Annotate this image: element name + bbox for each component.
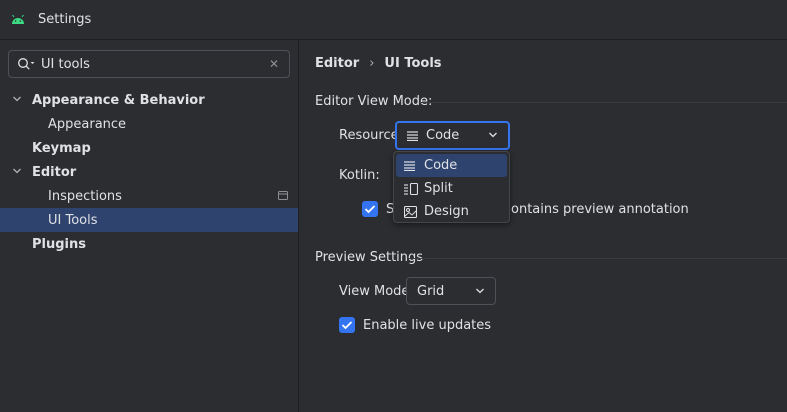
dropdown-option-label: Split xyxy=(424,181,453,196)
search-icon[interactable] xyxy=(17,57,35,71)
design-icon xyxy=(404,205,418,218)
resource-dropdown-popup: Code Split Design xyxy=(393,151,510,223)
breadcrumb: Editor › UI Tools xyxy=(315,56,442,71)
resource-select-value: Code xyxy=(426,128,460,143)
editor-view-mode-title: Editor View Mode: xyxy=(315,94,433,109)
resource-label: Resource: xyxy=(339,128,403,143)
lines-icon xyxy=(404,160,418,172)
view-mode-select[interactable]: Grid xyxy=(406,277,496,305)
lines-icon xyxy=(407,130,419,141)
tree-item-label: Plugins xyxy=(32,236,86,252)
dropdown-option-code[interactable]: Code xyxy=(396,154,507,177)
check-icon xyxy=(364,205,376,214)
tree-item-label: Appearance & Behavior xyxy=(32,92,205,108)
enable-live-updates-label[interactable]: Enable live updates xyxy=(363,318,491,333)
preview-annotation-checkbox[interactable] xyxy=(362,201,378,217)
dropdown-option-label: Code xyxy=(424,158,458,173)
clear-search-icon[interactable]: ✕ xyxy=(268,57,280,71)
kotlin-label: Kotlin: xyxy=(339,168,380,183)
settings-sidebar: UI tools ✕ Appearance & Behavior Appeara… xyxy=(0,40,299,412)
tree-item-label: UI Tools xyxy=(48,212,98,228)
split-icon xyxy=(404,182,418,195)
view-mode-select-value: Grid xyxy=(417,283,445,299)
chevron-down-icon xyxy=(476,288,484,294)
settings-search[interactable]: UI tools ✕ xyxy=(8,50,290,78)
tree-item-appearance[interactable]: Appearance xyxy=(0,112,298,136)
tree-item-inspections[interactable]: Inspections xyxy=(0,184,298,208)
check-icon xyxy=(341,321,353,330)
enable-live-updates-checkbox[interactable] xyxy=(339,317,355,333)
tree-item-label: Keymap xyxy=(32,140,91,156)
android-icon xyxy=(11,13,25,27)
resource-select[interactable]: Code xyxy=(395,121,510,150)
title-bar: Settings xyxy=(0,0,787,40)
tree-item-editor[interactable]: Editor xyxy=(0,160,298,184)
chevron-down-icon[interactable] xyxy=(12,94,22,104)
chevron-down-icon[interactable] xyxy=(12,166,22,176)
tree-item-appearance-behavior[interactable]: Appearance & Behavior xyxy=(0,88,298,112)
tree-item-keymap[interactable]: Keymap xyxy=(0,136,298,160)
dropdown-option-design[interactable]: Design xyxy=(396,200,507,223)
view-mode-label: View Mode: xyxy=(339,284,414,299)
section-divider xyxy=(407,258,787,259)
settings-content: Editor › UI Tools Editor View Mode: Reso… xyxy=(299,40,787,412)
breadcrumb-separator: › xyxy=(369,56,375,71)
tree-item-plugins[interactable]: Plugins xyxy=(0,232,298,256)
preview-annotation-label-suffix: ontains preview annotation xyxy=(511,202,689,217)
project-scope-icon xyxy=(278,191,288,200)
tree-item-ui-tools[interactable]: UI Tools xyxy=(0,208,298,232)
tree-item-label: Inspections xyxy=(48,188,122,204)
dropdown-option-label: Design xyxy=(424,204,469,219)
settings-tree: Appearance & Behavior Appearance Keymap … xyxy=(0,88,298,256)
search-input[interactable]: UI tools xyxy=(41,57,268,72)
breadcrumb-current: UI Tools xyxy=(384,56,442,71)
tree-item-label: Appearance xyxy=(48,116,127,132)
section-divider xyxy=(419,102,787,103)
window-title: Settings xyxy=(38,12,92,27)
chevron-down-icon xyxy=(489,132,497,138)
dropdown-option-split[interactable]: Split xyxy=(396,177,507,200)
tree-item-label: Editor xyxy=(32,164,77,180)
breadcrumb-parent[interactable]: Editor xyxy=(315,56,359,71)
